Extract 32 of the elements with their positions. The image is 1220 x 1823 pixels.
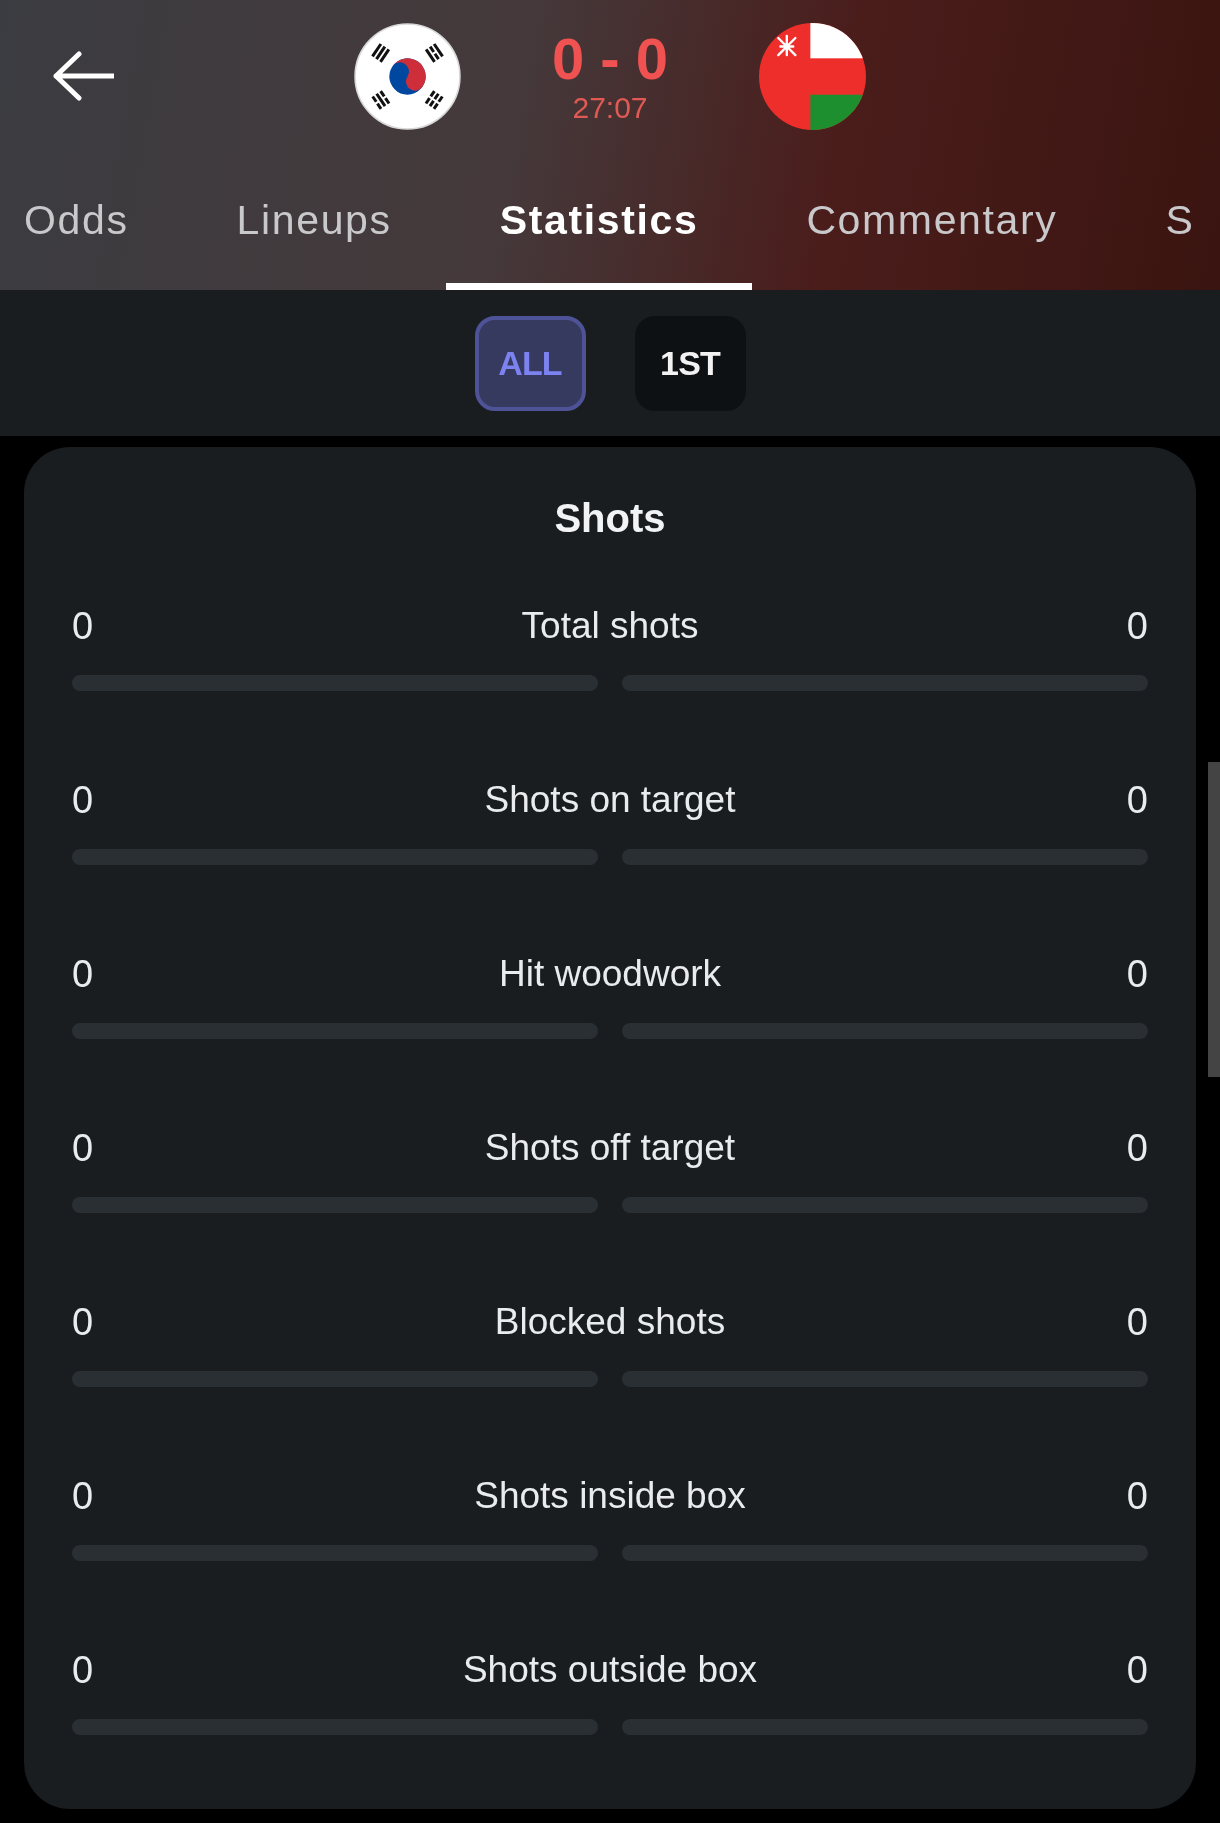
away-value: 0: [1126, 1648, 1148, 1692]
stat-label: Total shots: [521, 604, 699, 648]
away-value: 0: [1126, 1474, 1148, 1518]
stat-label: Shots off target: [484, 1126, 736, 1170]
period-filter-button[interactable]: 1ST: [634, 315, 746, 411]
section-title: Shots: [553, 495, 667, 542]
stat-label: Shots outside box: [462, 1648, 758, 1692]
away-value: 0: [1126, 1300, 1148, 1344]
stat-label: Shots inside box: [474, 1474, 746, 1518]
home-value: 0: [72, 1126, 94, 1170]
tab[interactable]: Commentary: [752, 152, 1112, 290]
away-value: 0: [1126, 778, 1148, 822]
home-value: 0: [72, 1474, 94, 1518]
match-clock: 27:07: [572, 91, 648, 125]
tab[interactable]: Lineups: [182, 152, 446, 290]
back-arrow-icon[interactable]: [52, 51, 114, 101]
away-value: 0: [1126, 1126, 1148, 1170]
flag-icon: [354, 22, 461, 130]
stat-label: Blocked shots: [494, 1300, 726, 1344]
stat-label: Shots on target: [484, 778, 736, 822]
scrollbar-thumb[interactable]: [1208, 762, 1220, 1077]
tab[interactable]: Odds: [0, 152, 183, 290]
tab[interactable]: S: [1111, 152, 1220, 290]
home-value: 0: [72, 1648, 94, 1692]
home-value: 0: [72, 604, 94, 648]
home-value: 0: [72, 1300, 94, 1344]
match-score: 0 - 0: [551, 27, 669, 91]
home-value: 0: [72, 778, 94, 822]
stat-label: Hit woodwork: [498, 952, 722, 996]
away-value: 0: [1126, 604, 1148, 648]
home-value: 0: [72, 952, 94, 996]
away-value: 0: [1126, 952, 1148, 996]
